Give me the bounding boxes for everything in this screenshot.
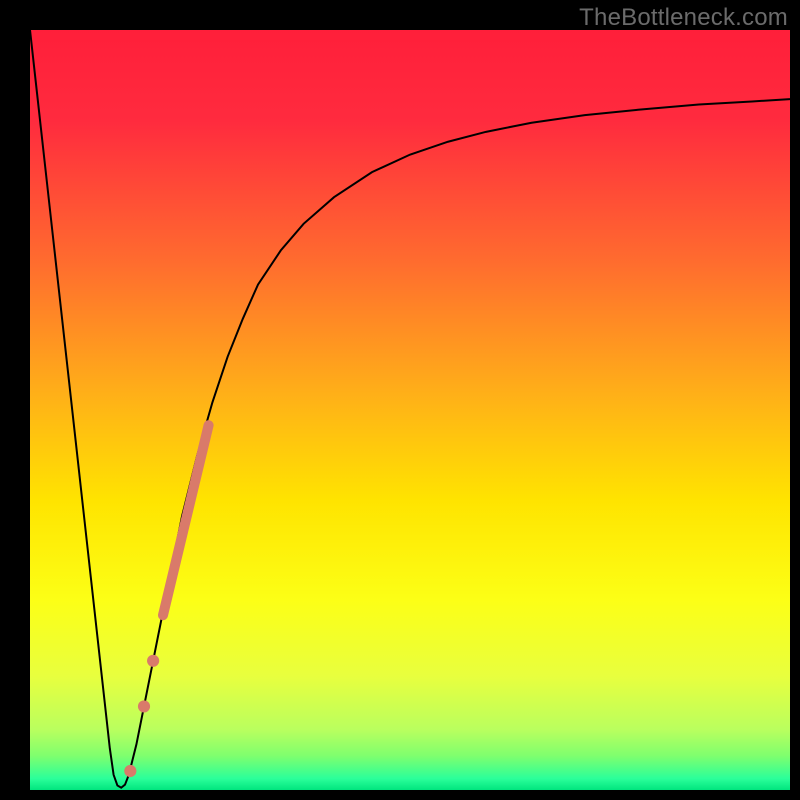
highlight-segment bbox=[163, 425, 209, 615]
highlight-dot bbox=[124, 765, 136, 777]
plot-area bbox=[30, 30, 790, 790]
curve-layer bbox=[30, 30, 790, 790]
bottleneck-curve bbox=[30, 30, 790, 788]
chart-frame: TheBottleneck.com bbox=[0, 0, 800, 800]
watermark-text: TheBottleneck.com bbox=[579, 4, 788, 32]
highlight-dot bbox=[138, 700, 150, 712]
highlight-dot bbox=[147, 655, 159, 667]
